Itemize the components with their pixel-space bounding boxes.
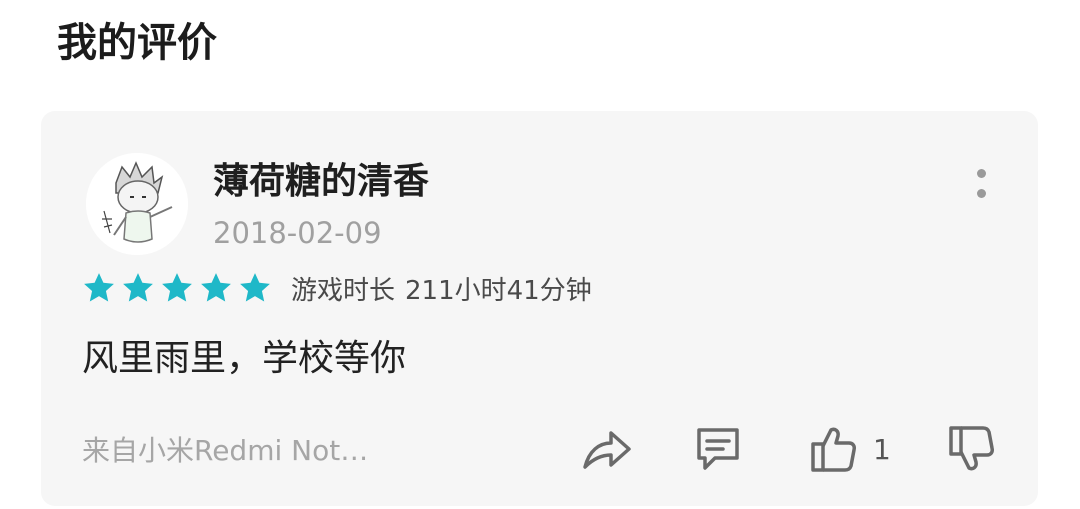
review-date: 2018-02-09 [213,216,382,250]
avatar[interactable] [86,153,188,255]
device-source: 来自小米Redmi Not… [82,434,369,467]
like-button[interactable]: 1 [809,421,891,477]
star-icon [240,273,270,302]
thumbs-up-icon [809,424,857,474]
playtime: 游戏时长 211小时41分钟 [291,270,592,307]
avatar-image [86,153,188,255]
dislike-button[interactable] [947,421,995,477]
review-card: 薄荷糖的清香 2018-02-09 游戏时长 211小时41分钟 风里雨里，学校等… [41,111,1038,506]
rating-row: 游戏时长 211小时41分钟 [82,269,592,307]
user-name[interactable]: 薄荷糖的清香 [213,160,429,204]
star-icon [123,273,153,302]
share-button[interactable] [581,421,633,477]
comment-button[interactable] [693,421,743,477]
playtime-value: 211小时41分钟 [405,275,592,306]
more-options-button[interactable] [967,163,997,203]
review-text: 风里雨里，学校等你 [82,338,407,379]
star-rating [82,271,277,305]
thumbs-down-icon [947,424,995,474]
playtime-label: 游戏时长 [291,275,396,306]
star-icon [162,273,192,302]
like-count: 1 [873,432,891,466]
star-icon [84,273,114,302]
star-icon [201,273,231,302]
page: 我的评价 薄荷糖的清香 2018-02-09 游戏时长 211小时41分钟 风里… [0,0,1080,509]
comment-icon [693,424,743,474]
section-title: 我的评价 [57,20,217,66]
share-icon [581,425,633,473]
